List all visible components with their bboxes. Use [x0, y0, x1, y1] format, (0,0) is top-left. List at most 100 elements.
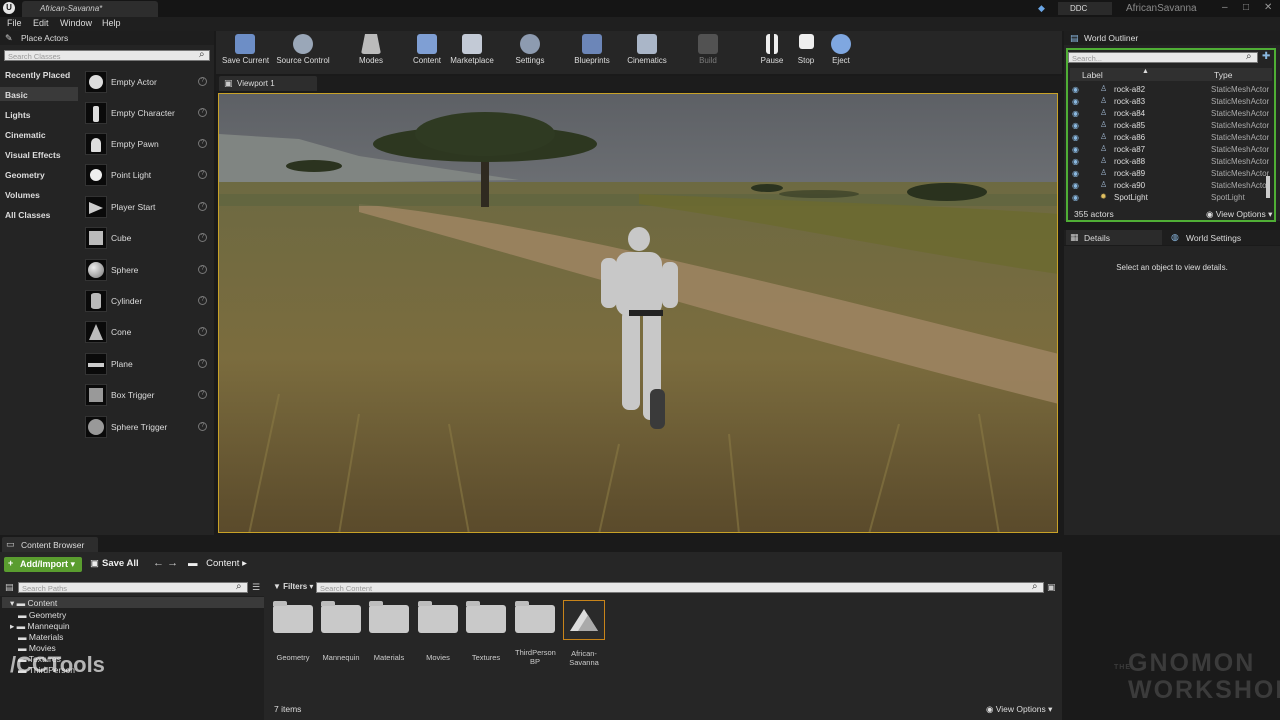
asset-tile[interactable]: Mannequin	[318, 600, 364, 662]
actor-item[interactable]: Empty Character ?	[85, 102, 210, 130]
outliner-row[interactable]: ◉ ♙ rock-a87 StaticMeshActor	[1070, 144, 1270, 156]
eye-icon[interactable]: ◉	[1072, 157, 1079, 166]
asset-tile-map[interactable]: African-Savanna	[561, 600, 607, 667]
category-basic[interactable]: Basic	[5, 90, 28, 100]
category-recently-placed[interactable]: Recently Placed	[5, 70, 70, 80]
outliner-row[interactable]: ◉ ♙ rock-a82 StaticMeshActor	[1070, 84, 1270, 96]
menu-edit[interactable]: Edit	[33, 18, 49, 28]
info-icon[interactable]: ?	[198, 233, 207, 242]
asset-tile[interactable]: Geometry	[270, 600, 316, 662]
maximize-icon[interactable]: □	[1243, 2, 1249, 13]
category-volumes[interactable]: Volumes	[5, 190, 40, 200]
outliner-row[interactable]: ◉ ♙ rock-a86 StaticMeshActor	[1070, 132, 1270, 144]
search-content-input[interactable]: Search Content	[316, 582, 1044, 593]
modes-button[interactable]: Modes	[355, 34, 387, 65]
category-cinematic[interactable]: Cinematic	[5, 130, 46, 140]
eye-icon[interactable]: ◉	[1072, 121, 1079, 130]
tree-item[interactable]: ▬ Materials	[18, 632, 63, 642]
info-icon[interactable]: ?	[198, 170, 207, 179]
category-all-classes[interactable]: All Classes	[5, 210, 50, 220]
save-all-button[interactable]: ▣ Save All	[90, 558, 139, 569]
asset-tile[interactable]: ThirdPerson BP	[512, 600, 558, 666]
search-icon[interactable]: ⌕	[1032, 581, 1038, 592]
menu-window[interactable]: Window	[60, 18, 92, 28]
add-filter-icon[interactable]: ✚	[1262, 51, 1270, 62]
eye-icon[interactable]: ◉	[1072, 133, 1079, 142]
category-geometry[interactable]: Geometry	[5, 170, 45, 180]
info-icon[interactable]: ?	[198, 296, 207, 305]
eye-icon[interactable]: ◉	[1072, 85, 1079, 94]
outliner-row[interactable]: ◉ ✹ SpotLight SpotLight	[1070, 192, 1270, 204]
eye-icon[interactable]: ◉	[1072, 97, 1079, 106]
info-icon[interactable]: ?	[198, 202, 207, 211]
category-visual-effects[interactable]: Visual Effects	[5, 150, 61, 160]
build-button[interactable]: Build	[693, 34, 723, 65]
outliner-search-input[interactable]: Search...	[1068, 52, 1258, 63]
outliner-row[interactable]: ◉ ♙ rock-a83 StaticMeshActor	[1070, 96, 1270, 108]
actor-item[interactable]: Sphere ?	[85, 259, 210, 287]
tree-item[interactable]: ▸ ▬ Mannequin	[10, 621, 70, 632]
content-view-options[interactable]: ◉ View Options ▾	[986, 704, 1052, 715]
sources-toggle-icon[interactable]: ▤	[5, 582, 14, 593]
menu-file[interactable]: File	[7, 18, 22, 28]
col-type[interactable]: Type	[1214, 70, 1232, 80]
breadcrumb[interactable]: ▬ Content ▸	[188, 558, 247, 569]
eye-icon[interactable]: ◉	[1072, 109, 1079, 118]
eye-icon[interactable]: ◉	[1072, 181, 1079, 190]
source-control-button[interactable]: Source Control	[275, 34, 331, 65]
asset-tile[interactable]: Movies	[415, 600, 461, 662]
info-icon[interactable]: ?	[198, 422, 207, 431]
game-viewport[interactable]	[218, 93, 1058, 533]
filters-button[interactable]: ▼ Filters ▾	[273, 582, 313, 591]
document-tab[interactable]: African-Savanna*	[22, 1, 158, 17]
info-icon[interactable]: ?	[198, 108, 207, 117]
settings-button[interactable]: Settings	[512, 34, 548, 65]
outliner-row[interactable]: ◉ ♙ rock-a88 StaticMeshActor	[1070, 156, 1270, 168]
outliner-row[interactable]: ◉ ♙ rock-a85 StaticMeshActor	[1070, 120, 1270, 132]
eye-icon[interactable]: ◉	[1072, 145, 1079, 154]
actor-item[interactable]: Empty Pawn ?	[85, 133, 210, 161]
tab-world-settings[interactable]: World Settings	[1166, 230, 1278, 245]
actor-item[interactable]: Point Light ?	[85, 164, 210, 192]
back-arrow-icon[interactable]: ←	[153, 557, 164, 569]
actor-item[interactable]: Sphere Trigger ?	[85, 416, 210, 444]
outliner-row[interactable]: ◉ ♙ rock-a89 StaticMeshActor	[1070, 168, 1270, 180]
blueprints-button[interactable]: Blueprints	[570, 34, 614, 65]
actor-item[interactable]: Cube ?	[85, 227, 210, 255]
cinematics-button[interactable]: Cinematics	[624, 34, 670, 65]
actor-item[interactable]: Cone ?	[85, 321, 210, 349]
category-lights[interactable]: Lights	[5, 110, 31, 120]
search-icon[interactable]: ⌕	[236, 581, 242, 592]
info-icon[interactable]: ?	[198, 327, 207, 336]
save-search-icon[interactable]: ▣	[1047, 582, 1056, 593]
search-classes-input[interactable]: Search Classes	[4, 50, 210, 61]
outliner-row[interactable]: ◉ ♙ rock-a84 StaticMeshActor	[1070, 108, 1270, 120]
search-paths-input[interactable]: Search Paths	[18, 582, 248, 593]
forward-arrow-icon[interactable]: →	[167, 557, 178, 569]
tree-item-content[interactable]: ▾ ▬ Content	[10, 598, 57, 609]
eject-button[interactable]: Eject	[827, 34, 855, 65]
outliner-row[interactable]: ◉ ♙ rock-a90 StaticMeshActor	[1070, 180, 1270, 192]
menu-help[interactable]: Help	[102, 18, 121, 28]
info-icon[interactable]: ?	[198, 359, 207, 368]
actor-item[interactable]: Empty Actor ?	[85, 71, 210, 99]
ddc-button[interactable]: DDC	[1058, 2, 1112, 15]
info-icon[interactable]: ?	[198, 390, 207, 399]
viewport-tab[interactable]: Viewport 1	[219, 76, 317, 91]
info-icon[interactable]: ?	[198, 265, 207, 274]
actor-item[interactable]: Player Start ?	[85, 196, 210, 224]
minimize-icon[interactable]: –	[1222, 2, 1228, 13]
marketplace-button[interactable]: Marketplace	[448, 34, 496, 65]
save-current-button[interactable]: Save Current	[222, 34, 269, 65]
outliner-view-options[interactable]: ◉ View Options ▾	[1206, 209, 1272, 220]
list-icon[interactable]: ☰	[252, 582, 260, 593]
pause-button[interactable]: Pause	[757, 34, 787, 65]
add-import-button[interactable]: + Add/Import ▾	[4, 557, 82, 572]
search-icon[interactable]: ⌕	[1246, 51, 1252, 62]
info-icon[interactable]: ?	[198, 77, 207, 86]
actor-item[interactable]: Plane ?	[85, 353, 210, 381]
tab-details[interactable]: Details	[1066, 230, 1162, 245]
eye-icon[interactable]: ◉	[1072, 193, 1079, 202]
asset-tile[interactable]: Materials	[366, 600, 412, 662]
notification-icon[interactable]: ◆	[1038, 3, 1045, 14]
